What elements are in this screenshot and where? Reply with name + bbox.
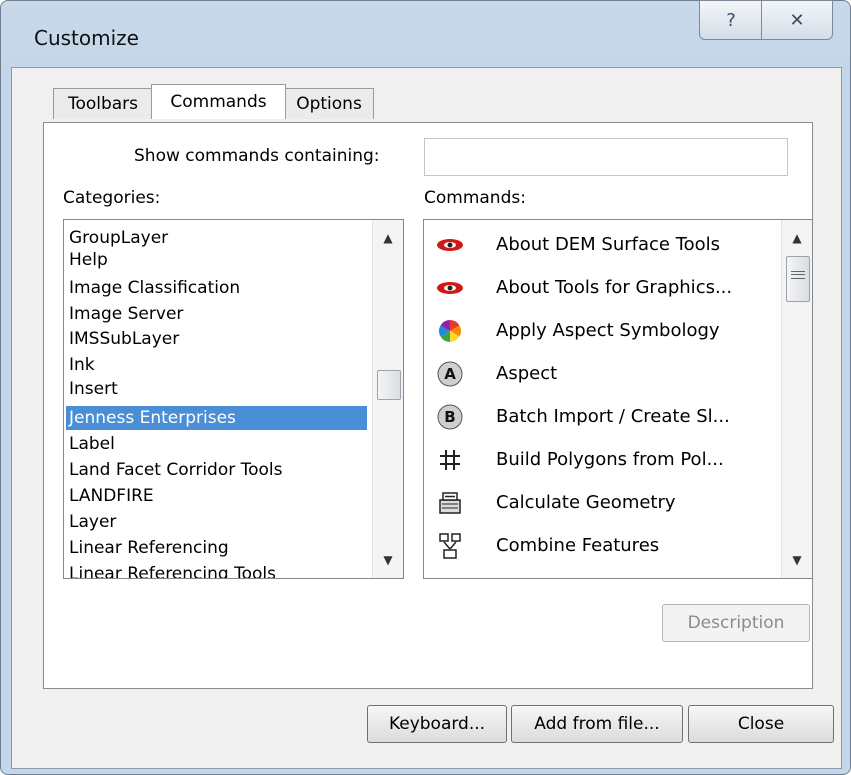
list-item[interactable]: LANDFIRE bbox=[69, 484, 154, 508]
commands-scrollbar[interactable]: ▲ ▼ bbox=[781, 220, 812, 578]
list-item[interactable]: Insert bbox=[69, 377, 118, 401]
list-item[interactable]: Image Server bbox=[69, 302, 183, 326]
list-item[interactable]: IMSSubLayer bbox=[69, 327, 179, 351]
add-from-file-button[interactable]: Add from file... bbox=[511, 705, 683, 743]
categories-label: Categories: bbox=[63, 188, 161, 208]
keyboard-button[interactable]: Keyboard... bbox=[367, 705, 507, 743]
window-close-button[interactable]: ✕ bbox=[761, 0, 833, 40]
dialog-title: Customize bbox=[34, 26, 139, 50]
command-label: Calculate Geometry bbox=[496, 492, 676, 513]
list-item[interactable]: Linear Referencing Tools bbox=[69, 562, 276, 578]
tab-label: Toolbars bbox=[67, 94, 139, 114]
list-item-selected[interactable]: Jenness Enterprises bbox=[66, 406, 367, 430]
customize-dialog: Customize ? ✕ Toolbars Commands Options … bbox=[0, 0, 851, 775]
command-label: Apply Aspect Symbology bbox=[496, 320, 720, 341]
grid-hash-icon bbox=[434, 444, 466, 476]
scroll-up-icon[interactable]: ▲ bbox=[373, 226, 403, 250]
tab-options[interactable]: Options bbox=[284, 88, 374, 119]
description-button[interactable]: Description bbox=[662, 604, 810, 642]
list-item[interactable]: GroupLayer bbox=[69, 226, 168, 250]
scroll-down-icon[interactable]: ▼ bbox=[373, 548, 403, 572]
svg-text:A: A bbox=[444, 365, 456, 383]
search-input[interactable] bbox=[424, 138, 788, 176]
command-label: About Tools for Graphics... bbox=[496, 277, 733, 298]
command-label: Combine Features bbox=[496, 535, 660, 556]
search-label: Show commands containing: bbox=[134, 146, 380, 166]
command-label: Build Polygons from Pol... bbox=[496, 449, 724, 470]
list-item[interactable]: Help bbox=[69, 248, 108, 272]
calculator-icon bbox=[434, 487, 466, 519]
scrollbar-thumb[interactable] bbox=[377, 370, 401, 400]
red-eye-icon bbox=[434, 272, 466, 304]
scrollbar-thumb[interactable] bbox=[786, 256, 810, 302]
list-item[interactable]: Label bbox=[69, 432, 115, 456]
command-item[interactable]: Apply Aspect Symbology bbox=[424, 309, 749, 352]
command-item[interactable]: Build Polygons from Pol... bbox=[424, 438, 749, 481]
list-item[interactable]: Layer bbox=[69, 510, 116, 534]
close-button[interactable]: Close bbox=[688, 705, 834, 743]
list-item[interactable]: Land Facet Corridor Tools bbox=[69, 458, 283, 482]
svg-text:B: B bbox=[444, 408, 455, 426]
list-item[interactable]: Linear Referencing bbox=[69, 536, 229, 560]
categories-scrollbar[interactable]: ▲ ▼ bbox=[372, 220, 403, 578]
help-button[interactable]: ? bbox=[699, 0, 763, 40]
tab-label: Commands bbox=[170, 92, 267, 112]
letter-a-icon: A bbox=[434, 358, 466, 390]
red-eye-icon bbox=[434, 229, 466, 261]
tab-commands[interactable]: Commands bbox=[151, 84, 286, 119]
color-wheel-icon bbox=[434, 315, 466, 347]
tab-label: Options bbox=[296, 94, 362, 114]
command-item[interactable]: Combine Features bbox=[424, 524, 749, 567]
scroll-down-icon[interactable]: ▼ bbox=[782, 548, 812, 572]
tab-toolbars[interactable]: Toolbars bbox=[53, 88, 153, 119]
command-item[interactable]: B Batch Import / Create Sl... bbox=[424, 395, 749, 438]
list-item[interactable]: Image Classification bbox=[69, 276, 240, 300]
commands-listbox[interactable]: About DEM Surface Tools About Tools for … bbox=[423, 219, 813, 579]
command-label: About DEM Surface Tools bbox=[496, 234, 721, 255]
command-item[interactable]: About Tools for Graphics... bbox=[424, 266, 749, 309]
commands-label: Commands: bbox=[424, 188, 526, 208]
close-icon: ✕ bbox=[789, 9, 805, 31]
command-item[interactable]: A Aspect bbox=[424, 352, 749, 395]
help-icon: ? bbox=[726, 9, 736, 31]
list-item[interactable]: Ink bbox=[69, 353, 95, 377]
scroll-up-icon[interactable]: ▲ bbox=[782, 226, 812, 250]
categories-listbox[interactable]: GroupLayer Help Image Classification Ima… bbox=[63, 219, 404, 579]
command-label: Aspect bbox=[496, 363, 558, 384]
command-item[interactable]: Calculate Geometry bbox=[424, 481, 749, 524]
command-item[interactable]: About DEM Surface Tools bbox=[424, 223, 749, 266]
command-label: Batch Import / Create Sl... bbox=[496, 406, 730, 427]
letter-b-icon: B bbox=[434, 401, 466, 433]
combine-features-icon bbox=[434, 530, 466, 562]
